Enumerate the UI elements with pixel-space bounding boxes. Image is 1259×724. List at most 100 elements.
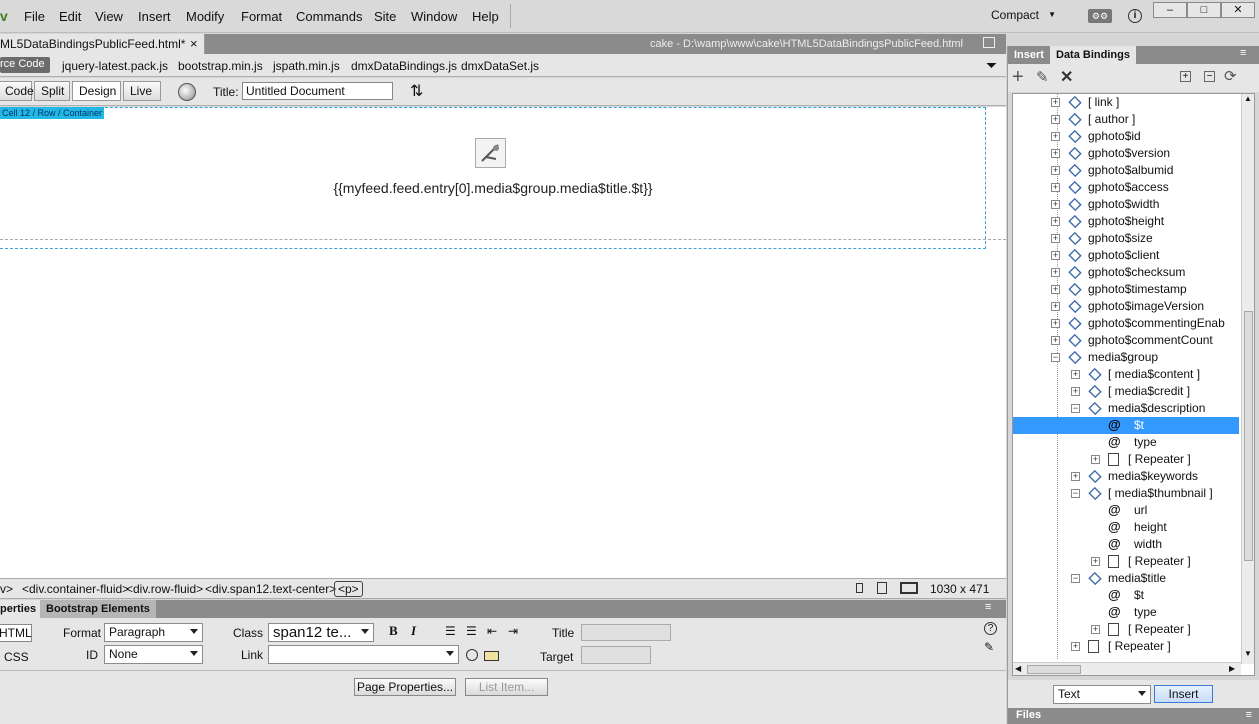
- tree-row[interactable]: + gphoto$size: [1013, 230, 1239, 247]
- tree-row[interactable]: + gphoto$id: [1013, 128, 1239, 145]
- menu-help[interactable]: Help: [472, 9, 499, 24]
- expand-icon[interactable]: +: [1051, 319, 1060, 328]
- expand-icon[interactable]: +: [1051, 115, 1060, 124]
- insert-as-select[interactable]: Text: [1053, 685, 1151, 704]
- breadcrumb-row[interactable]: <div.row-fluid>: [126, 582, 203, 596]
- tree-horizontal-scrollbar[interactable]: ◀ ▶: [1013, 662, 1241, 675]
- tree-scroll-thumb[interactable]: [1244, 311, 1253, 561]
- expand-icon[interactable]: +: [1091, 557, 1100, 566]
- expand-icon[interactable]: +: [1051, 268, 1060, 277]
- menu-commands[interactable]: Commands: [296, 9, 362, 24]
- html-mode-button[interactable]: HTML: [0, 624, 32, 642]
- edit-binding-icon[interactable]: ✎: [1036, 68, 1049, 86]
- tablet-size-icon[interactable]: [877, 582, 887, 594]
- list-item-button[interactable]: List Item...: [465, 678, 548, 696]
- related-file-jspath[interactable]: jspath.min.js: [273, 59, 340, 73]
- tree-row[interactable]: @ height: [1013, 519, 1239, 536]
- expand-icon[interactable]: +: [1051, 166, 1060, 175]
- expand-icon[interactable]: +: [1051, 217, 1060, 226]
- image-placeholder-icon[interactable]: [475, 138, 506, 168]
- tree-row[interactable]: + [ media$credit ]: [1013, 383, 1239, 400]
- tree-row[interactable]: + [ Repeater ]: [1013, 621, 1239, 638]
- refresh-icon[interactable]: ⟳: [1224, 67, 1237, 85]
- breadcrumb-body[interactable]: v>: [0, 582, 13, 596]
- tree-row[interactable]: + gphoto$checksum: [1013, 264, 1239, 281]
- tab-insert[interactable]: Insert: [1008, 46, 1050, 64]
- globe-icon[interactable]: [178, 83, 196, 101]
- quick-tag-editor-icon[interactable]: ✎: [984, 640, 994, 654]
- tree-vertical-scrollbar[interactable]: ▲ ▼: [1241, 94, 1254, 664]
- collapse-icon[interactable]: −: [1051, 353, 1060, 362]
- scroll-left-icon[interactable]: ◀: [1015, 664, 1021, 673]
- menu-view[interactable]: View: [95, 9, 123, 24]
- delete-binding-icon[interactable]: ✕: [1060, 67, 1073, 87]
- ordered-list-icon[interactable]: ☰: [466, 624, 477, 638]
- expand-icon[interactable]: +: [1071, 472, 1080, 481]
- outdent-icon[interactable]: ⇤: [487, 624, 497, 638]
- expand-icon[interactable]: +: [1051, 302, 1060, 311]
- tree-row[interactable]: + media$keywords: [1013, 468, 1239, 485]
- tree-row[interactable]: @ url: [1013, 502, 1239, 519]
- expand-icon[interactable]: +: [1051, 200, 1060, 209]
- related-file-bootstrap[interactable]: bootstrap.min.js: [178, 59, 263, 73]
- filter-icon[interactable]: ⏷: [986, 57, 997, 74]
- minimize-button[interactable]: –: [1153, 2, 1187, 18]
- expand-icon[interactable]: +: [1051, 183, 1060, 192]
- panel-menu-icon[interactable]: ≡: [1240, 47, 1246, 59]
- expand-icon[interactable]: +: [1071, 370, 1080, 379]
- tab-properties[interactable]: perties: [0, 600, 43, 618]
- format-select[interactable]: Paragraph: [104, 623, 203, 642]
- tab-bootstrap-elements[interactable]: Bootstrap Elements: [40, 600, 156, 618]
- design-view[interactable]: Cell 12 / Row / Container {{myfeed.feed.…: [0, 107, 1006, 579]
- tree-row[interactable]: + gphoto$timestamp: [1013, 281, 1239, 298]
- menu-format[interactable]: Format: [241, 9, 282, 24]
- italic-button[interactable]: I: [411, 623, 416, 639]
- expand-icon[interactable]: +: [1051, 285, 1060, 294]
- tag-selector-tip[interactable]: Cell 12 / Row / Container: [0, 107, 105, 119]
- tree-row[interactable]: @ type: [1013, 604, 1239, 621]
- collapse-icon[interactable]: −: [1071, 574, 1080, 583]
- tree-row[interactable]: @ type: [1013, 434, 1239, 451]
- expand-all-icon[interactable]: +: [1180, 71, 1191, 82]
- breadcrumb-container[interactable]: <div.container-fluid>: [22, 582, 129, 596]
- tree-hscroll-thumb[interactable]: [1027, 665, 1081, 674]
- tree-row[interactable]: @ $t: [1013, 417, 1239, 434]
- panel-menu-icon[interactable]: ≡: [1246, 709, 1252, 721]
- bold-button[interactable]: B: [389, 623, 398, 639]
- live-view-button[interactable]: Live: [123, 81, 161, 101]
- scroll-right-icon[interactable]: ▶: [1229, 664, 1235, 673]
- split-view-button[interactable]: Split: [34, 81, 70, 101]
- menu-window[interactable]: Window: [411, 9, 457, 24]
- tree-row[interactable]: + [ link ]: [1013, 94, 1239, 111]
- css-mode-button[interactable]: CSS: [4, 650, 29, 664]
- tree-row[interactable]: + gphoto$width: [1013, 196, 1239, 213]
- tree-row[interactable]: + gphoto$albumid: [1013, 162, 1239, 179]
- title-input[interactable]: Untitled Document: [242, 82, 393, 100]
- expand-icon[interactable]: +: [1091, 625, 1100, 634]
- mobile-size-icon[interactable]: [856, 583, 863, 593]
- desktop-size-icon[interactable]: [900, 582, 918, 594]
- breadcrumb-span12[interactable]: <div.span12.text-center>: [205, 582, 336, 596]
- tree-row[interactable]: − media$description: [1013, 400, 1239, 417]
- expand-icon[interactable]: +: [1091, 455, 1100, 464]
- class-select[interactable]: span12 te...: [268, 623, 374, 642]
- files-panel-header[interactable]: Files ≡: [1008, 708, 1259, 724]
- tree-row[interactable]: + gphoto$commentCount: [1013, 332, 1239, 349]
- title-prop-input[interactable]: [581, 624, 671, 641]
- tree-row[interactable]: + gphoto$client: [1013, 247, 1239, 264]
- tree-row[interactable]: + [ Repeater ]: [1013, 638, 1239, 655]
- unordered-list-icon[interactable]: ☰: [445, 624, 456, 638]
- tree-row[interactable]: + gphoto$height: [1013, 213, 1239, 230]
- tree-row[interactable]: − media$group: [1013, 349, 1239, 366]
- window-size-readout[interactable]: 1030 x 471: [930, 582, 989, 596]
- collapse-icon[interactable]: −: [1071, 404, 1080, 413]
- menu-modify[interactable]: Modify: [186, 9, 224, 24]
- workspace-switcher[interactable]: Compact ▼: [984, 6, 1064, 26]
- id-select[interactable]: None: [104, 645, 203, 664]
- tree-row[interactable]: − media$title: [1013, 570, 1239, 587]
- collapse-icon[interactable]: −: [1071, 489, 1080, 498]
- maximize-button[interactable]: □: [1187, 2, 1221, 18]
- tree-row[interactable]: + [ author ]: [1013, 111, 1239, 128]
- tree-row[interactable]: − [ media$thumbnail ]: [1013, 485, 1239, 502]
- menu-file[interactable]: File: [24, 9, 45, 24]
